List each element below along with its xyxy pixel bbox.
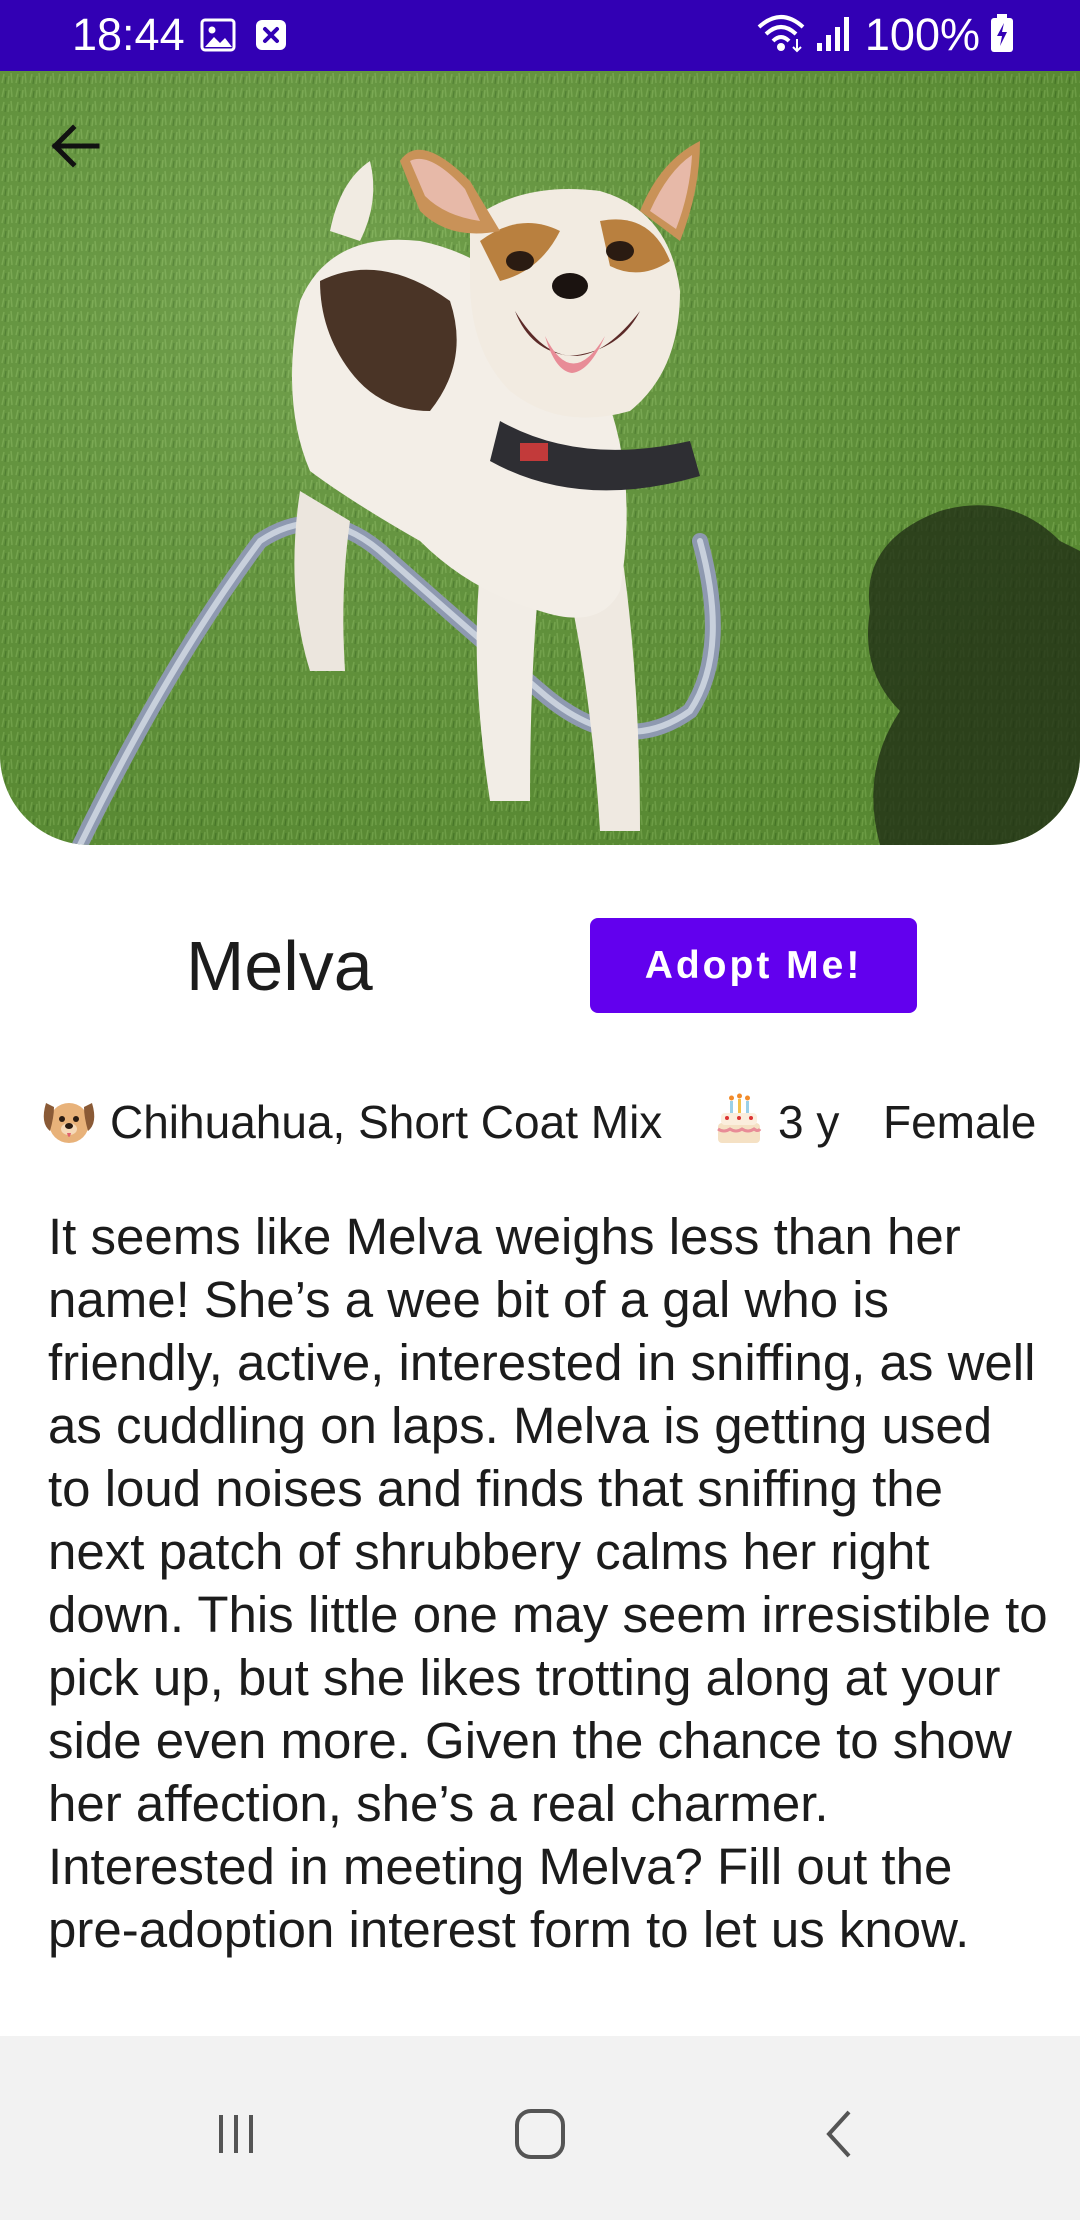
status-bar: 18:44 100% (0, 0, 1080, 71)
home-button[interactable] (500, 2096, 580, 2176)
pet-breed: Chihuahua, Short Coat Mix (110, 1096, 663, 1148)
recent-apps-button[interactable] (196, 2096, 276, 2176)
pet-description: It seems like Melva weighs less than her… (48, 1208, 1048, 1958)
recent-apps-icon (211, 2109, 261, 2163)
status-notification-icons (200, 18, 288, 57)
back-chevron-icon (815, 2106, 865, 2166)
battery-percentage: 100% (864, 9, 980, 60)
status-right-group: 100% (757, 10, 1014, 60)
home-icon (512, 2106, 568, 2166)
pet-name: Melva (186, 927, 373, 1005)
wifi-icon (757, 13, 805, 58)
pet-age: 3 y (778, 1096, 840, 1148)
gallery-icon (200, 18, 236, 57)
battery-charging-icon (990, 13, 1014, 58)
system-back-button[interactable] (800, 2096, 880, 2176)
pet-gender: Female (883, 1096, 1037, 1148)
dog-photo-illustration (0, 71, 1080, 845)
birthday-cake-icon (712, 1093, 766, 1158)
app-notification-icon (254, 18, 288, 57)
adopt-me-button[interactable]: Adopt Me! (590, 918, 917, 1013)
pet-info-row: Chihuahua, Short Coat Mix 3 y Female (40, 1086, 1050, 1156)
arrow-left-icon (47, 118, 103, 174)
status-time: 18:44 (72, 9, 185, 60)
system-nav-bar (0, 2036, 1080, 2220)
dog-face-icon (40, 1093, 98, 1158)
back-button[interactable] (40, 111, 110, 181)
pet-photo (0, 71, 1080, 845)
signal-icon (815, 13, 855, 58)
